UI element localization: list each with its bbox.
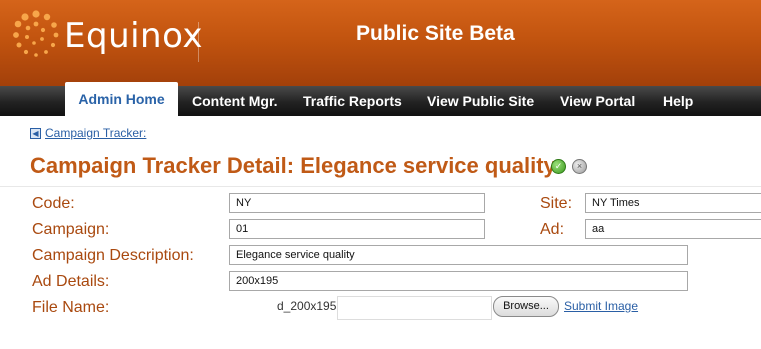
breadcrumb: ◀ Campaign Tracker: [30, 126, 146, 140]
campaign-description-field[interactable] [229, 245, 688, 265]
equinox-logo-icon [13, 10, 59, 57]
cancel-icon[interactable]: × [572, 159, 587, 174]
page-title: Campaign Tracker Detail: Elegance servic… [30, 153, 556, 178]
campaign-description-label: Campaign Description: [32, 247, 194, 264]
ad-details-field[interactable] [229, 271, 688, 291]
divider [0, 186, 761, 187]
ad-details-label: Ad Details: [32, 273, 110, 290]
browse-button[interactable]: Browse... [493, 296, 559, 317]
submit-image-link[interactable]: Submit Image [564, 299, 638, 313]
nav-tab-view-portal[interactable]: View Portal [560, 86, 635, 116]
nav-tab-view-public-site[interactable]: View Public Site [427, 86, 534, 116]
campaign-field[interactable] [229, 219, 485, 239]
logo-text: Equinox [64, 16, 203, 56]
file-name-value: d_200x195 [277, 299, 337, 313]
site-field[interactable] [585, 193, 761, 213]
ad-field[interactable] [585, 219, 761, 239]
nav-tab-help[interactable]: Help [663, 86, 693, 116]
nav-tab-content-mgr[interactable]: Content Mgr. [192, 86, 278, 116]
file-path-field[interactable] [337, 296, 492, 320]
site-title: Public Site Beta [356, 22, 515, 45]
campaign-label: Campaign: [32, 221, 110, 238]
code-field[interactable] [229, 193, 485, 213]
main-nav: Admin Home Content Mgr. Traffic Reports … [0, 82, 761, 116]
file-name-label: File Name: [32, 299, 110, 316]
code-label: Code: [32, 195, 75, 212]
site-label: Site: [540, 195, 573, 212]
nav-tab-admin-home[interactable]: Admin Home [65, 82, 178, 116]
breadcrumb-link-campaign-tracker[interactable]: Campaign Tracker: [45, 126, 146, 140]
header-divider [198, 22, 199, 62]
nav-tab-traffic-reports[interactable]: Traffic Reports [303, 86, 402, 116]
ok-icon[interactable]: ✓ [551, 159, 566, 174]
back-arrow-icon[interactable]: ◀ [30, 127, 41, 139]
site-header: Equinox Public Site Beta [0, 0, 761, 86]
ad-label: Ad: [540, 221, 565, 238]
